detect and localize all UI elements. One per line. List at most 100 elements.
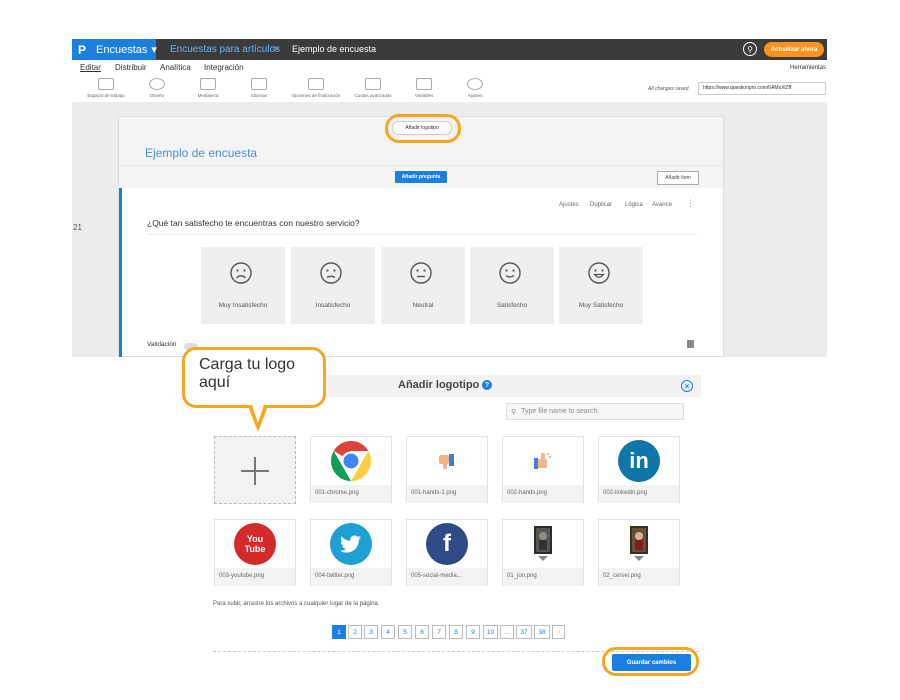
next-page-button[interactable]: >: [552, 625, 565, 639]
more-options-icon[interactable]: ⋮: [686, 198, 695, 209]
file-name: 002-linkedin.png: [599, 485, 679, 503]
page-button[interactable]: 2: [348, 625, 362, 639]
page-button[interactable]: 7: [432, 625, 446, 639]
question-logic-link[interactable]: Lógica: [625, 202, 643, 208]
brand-logo-icon: P: [78, 42, 87, 57]
file-tile[interactable]: 002-hands.png: [502, 436, 584, 503]
file-tile[interactable]: 004-twitter.png: [310, 519, 392, 586]
drop-instructions: Para subir, arrastre los archivos a cual…: [213, 601, 380, 607]
image-icon: [200, 78, 216, 90]
menu-integracion[interactable]: Integración: [204, 63, 244, 72]
tools-menu[interactable]: Herramientas: [790, 65, 826, 71]
plus-icon-vertical: [254, 457, 256, 485]
add-item-button[interactable]: Añadir ítem: [657, 171, 699, 185]
search-icon[interactable]: ⚲: [743, 42, 757, 56]
menu-distribuir[interactable]: Distribuir: [115, 63, 147, 72]
file-tile[interactable]: You Tube 003-youtube.png: [214, 519, 296, 586]
file-tile[interactable]: 01_jon.png: [502, 519, 584, 586]
thumbs-down-icon: [407, 437, 487, 485]
survey-url-field[interactable]: https://www.questionpro.com/t/AMxXlZff: [698, 82, 826, 95]
grin-face-icon: [588, 262, 610, 284]
chevron-down-icon: ▾: [151, 44, 157, 56]
file-name: 002-hands.png: [503, 485, 583, 503]
smile-face-icon: [499, 262, 521, 284]
trash-icon[interactable]: [687, 340, 694, 348]
file-name: 001-chrome.png: [311, 485, 391, 503]
file-tile[interactable]: in 002-linkedin.png: [598, 436, 680, 503]
dialog-title: Añadir logotipo: [398, 379, 480, 391]
file-name: 005-social-media...: [407, 568, 487, 586]
page-ellipsis: ...: [500, 625, 514, 639]
page-button[interactable]: 6: [415, 625, 429, 639]
question-text[interactable]: ¿Qué tan satisfecho te encuentras con nu…: [147, 218, 360, 228]
breadcrumb-separator: >: [273, 44, 279, 55]
language-icon: [251, 78, 267, 90]
upgrade-button[interactable]: Actualizar ahora: [764, 42, 824, 57]
page-button[interactable]: 4: [381, 625, 395, 639]
neutral-face-icon: [410, 262, 432, 284]
product-label: Encuestas: [96, 43, 148, 56]
tool-settings[interactable]: Ajustes: [440, 78, 510, 98]
page-button[interactable]: 38: [534, 625, 550, 639]
tag-icon: [416, 78, 432, 90]
page-button[interactable]: 10: [483, 625, 498, 639]
side-number: 21: [73, 223, 82, 232]
callout-pointer-inner: [252, 405, 264, 423]
palette-icon: [149, 78, 165, 90]
linkedin-icon: in: [618, 440, 660, 482]
page-button[interactable]: 8: [449, 625, 463, 639]
youtube-icon: You Tube: [234, 523, 276, 565]
help-icon[interactable]: ?: [482, 380, 492, 390]
file-tile[interactable]: 001-hands-1.png: [406, 436, 488, 503]
paperclip-icon: [365, 78, 381, 90]
option-label: Insatisfecho: [315, 302, 351, 309]
question-advance-link[interactable]: Avance: [652, 202, 672, 208]
dialog-header: [326, 375, 701, 397]
question-duplicate-link[interactable]: Duplicar: [590, 202, 612, 208]
twitter-icon: [330, 523, 372, 565]
highlight-ring: [385, 114, 461, 143]
survey-title[interactable]: Ejemplo de encuesta: [145, 146, 257, 160]
option-neutral[interactable]: Neutral: [381, 247, 465, 324]
menu-analitica[interactable]: Analítica: [160, 63, 191, 72]
file-name: 01_jon.png: [503, 568, 583, 586]
file-tile[interactable]: 001-chrome.png: [310, 436, 392, 503]
option-unsatisfied[interactable]: Insatisfecho: [291, 247, 375, 324]
option-very-satisfied[interactable]: Muy Satisfecho: [559, 247, 643, 324]
option-very-unsatisfied[interactable]: Muy Insatisfecho: [201, 247, 285, 324]
callout-text: Carga tu logo aquí: [199, 356, 296, 391]
very-sad-face-icon: [230, 262, 252, 284]
question-accent-bar: [119, 188, 122, 357]
page-button[interactable]: 3: [364, 625, 378, 639]
file-tile[interactable]: f 005-social-media...: [406, 519, 488, 586]
file-name: 001-hands-1.png: [407, 485, 487, 503]
file-name: 02_cersei.png: [599, 568, 679, 586]
close-icon[interactable]: ×: [681, 380, 693, 392]
workspace-icon: [98, 78, 114, 90]
gear-icon: [467, 78, 483, 90]
portrait-photo-icon: [503, 520, 583, 568]
page-button-current[interactable]: 1: [332, 625, 346, 639]
question-settings-link[interactable]: Ajustes: [559, 202, 579, 208]
save-status: All changes saved: [648, 86, 689, 92]
file-search-input[interactable]: ⚲ Type file name to search.: [506, 403, 684, 420]
breadcrumb-current: Ejemplo de encuesta: [292, 44, 377, 54]
facebook-icon: f: [426, 523, 468, 565]
sad-face-icon: [320, 262, 342, 284]
question-divider: [147, 234, 697, 235]
breadcrumb-folder[interactable]: Encuestas para artículos: [170, 44, 280, 55]
file-tile[interactable]: 02_cersei.png: [598, 519, 680, 586]
file-search-placeholder: Type file name to search.: [521, 408, 600, 415]
file-name: 003-youtube.png: [215, 568, 295, 586]
page-button[interactable]: 5: [398, 625, 412, 639]
highlight-ring: [602, 647, 699, 676]
thumbs-up-icon: [503, 437, 583, 485]
page-button[interactable]: 37: [516, 625, 532, 639]
menu-editar[interactable]: Editar: [80, 63, 101, 72]
product-switcher[interactable]: P Encuestas ▾: [72, 39, 157, 60]
add-question-button[interactable]: Añadir pregunta: [395, 171, 447, 183]
magic-wand-icon: [308, 78, 324, 90]
option-satisfied[interactable]: Satisfecho: [470, 247, 554, 324]
page-button[interactable]: 9: [466, 625, 480, 639]
portrait-photo-icon: [599, 520, 679, 568]
